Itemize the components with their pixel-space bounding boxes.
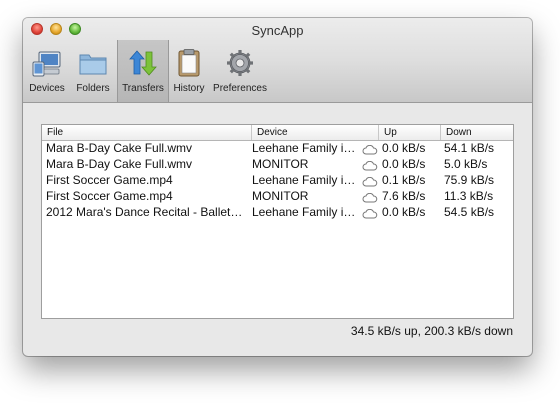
file-cell: 2012 Mara's Dance Recital - Ballet…	[46, 205, 243, 219]
window-title: SyncApp	[251, 23, 304, 38]
toolbar-item-transfers[interactable]: Transfers	[117, 40, 169, 102]
transfers-icon	[128, 48, 158, 78]
cloud-icon	[362, 175, 380, 187]
device-cell: Leehane Family i…	[252, 173, 356, 187]
toolbar-label-devices: Devices	[29, 83, 65, 94]
up-rate-cell: 0.0 kB/s	[382, 141, 426, 155]
transfers-table[interactable]: File Device Up Down Mara B-Day Cake Full…	[41, 124, 514, 319]
table-row[interactable]: Mara B-Day Cake Full.wmv MONITOR 0.0 kB/…	[42, 156, 513, 172]
file-cell: First Soccer Game.mp4	[46, 189, 173, 203]
cloud-icon	[362, 143, 380, 155]
up-rate-cell: 7.6 kB/s	[382, 189, 426, 203]
down-rate-cell: 54.1 kB/s	[444, 141, 495, 155]
toolbar-item-devices[interactable]: Devices	[25, 40, 69, 102]
cloud-icon	[362, 207, 380, 219]
device-cell: MONITOR	[252, 189, 309, 203]
devices-icon	[32, 48, 62, 78]
up-rate-cell: 0.0 kB/s	[382, 205, 426, 219]
table-row[interactable]: First Soccer Game.mp4 MONITOR 7.6 kB/s 1…	[42, 188, 513, 204]
file-cell: Mara B-Day Cake Full.wmv	[46, 141, 193, 155]
toolbar-label-history: History	[173, 83, 205, 94]
device-cell: MONITOR	[252, 157, 309, 171]
toolbar-item-folders[interactable]: Folders	[72, 40, 114, 102]
toolbar: Devices Folders Transfers History Prefer…	[23, 40, 532, 102]
toolbar-label-transfers: Transfers	[122, 83, 164, 94]
up-rate-cell: 0.0 kB/s	[382, 157, 426, 171]
up-rate-cell: 0.1 kB/s	[382, 173, 426, 187]
down-rate-cell: 11.3 kB/s	[444, 189, 494, 203]
down-rate-cell: 54.5 kB/s	[444, 205, 495, 219]
column-header-up[interactable]: Up	[379, 125, 441, 140]
title-bar: SyncApp Devices Folders Transfers Histor…	[23, 18, 532, 103]
table-row[interactable]: Mara B-Day Cake Full.wmv Leehane Family …	[42, 140, 513, 156]
toolbar-label-preferences: Preferences	[213, 83, 267, 94]
table-row[interactable]: 2012 Mara's Dance Recital - Ballet… Leeh…	[42, 204, 513, 220]
clipboard-icon	[174, 48, 204, 78]
table-body: Mara B-Day Cake Full.wmv Leehane Family …	[42, 140, 513, 220]
gear-icon	[225, 48, 255, 78]
toolbar-item-preferences[interactable]: Preferences	[210, 40, 270, 102]
column-header-file[interactable]: File	[42, 125, 252, 140]
down-rate-cell: 75.9 kB/s	[444, 173, 495, 187]
file-cell: Mara B-Day Cake Full.wmv	[46, 157, 193, 171]
device-cell: Leehane Family i…	[252, 205, 356, 219]
column-header-device[interactable]: Device	[252, 125, 379, 140]
column-header-down[interactable]: Down	[441, 125, 513, 140]
device-cell: Leehane Family i…	[252, 141, 356, 155]
table-header: File Device Up Down	[42, 125, 513, 141]
folder-icon	[78, 48, 108, 78]
cloud-icon	[362, 191, 380, 203]
file-cell: First Soccer Game.mp4	[46, 173, 173, 187]
toolbar-label-folders: Folders	[76, 83, 110, 94]
cloud-icon	[362, 159, 380, 171]
toolbar-item-history[interactable]: History	[170, 40, 208, 102]
table-row[interactable]: First Soccer Game.mp4 Leehane Family i… …	[42, 172, 513, 188]
app-window: SyncApp Devices Folders Transfers Histor…	[23, 18, 532, 356]
down-rate-cell: 5.0 kB/s	[444, 157, 488, 171]
status-text: 34.5 kB/s up, 200.3 kB/s down	[350, 324, 513, 338]
